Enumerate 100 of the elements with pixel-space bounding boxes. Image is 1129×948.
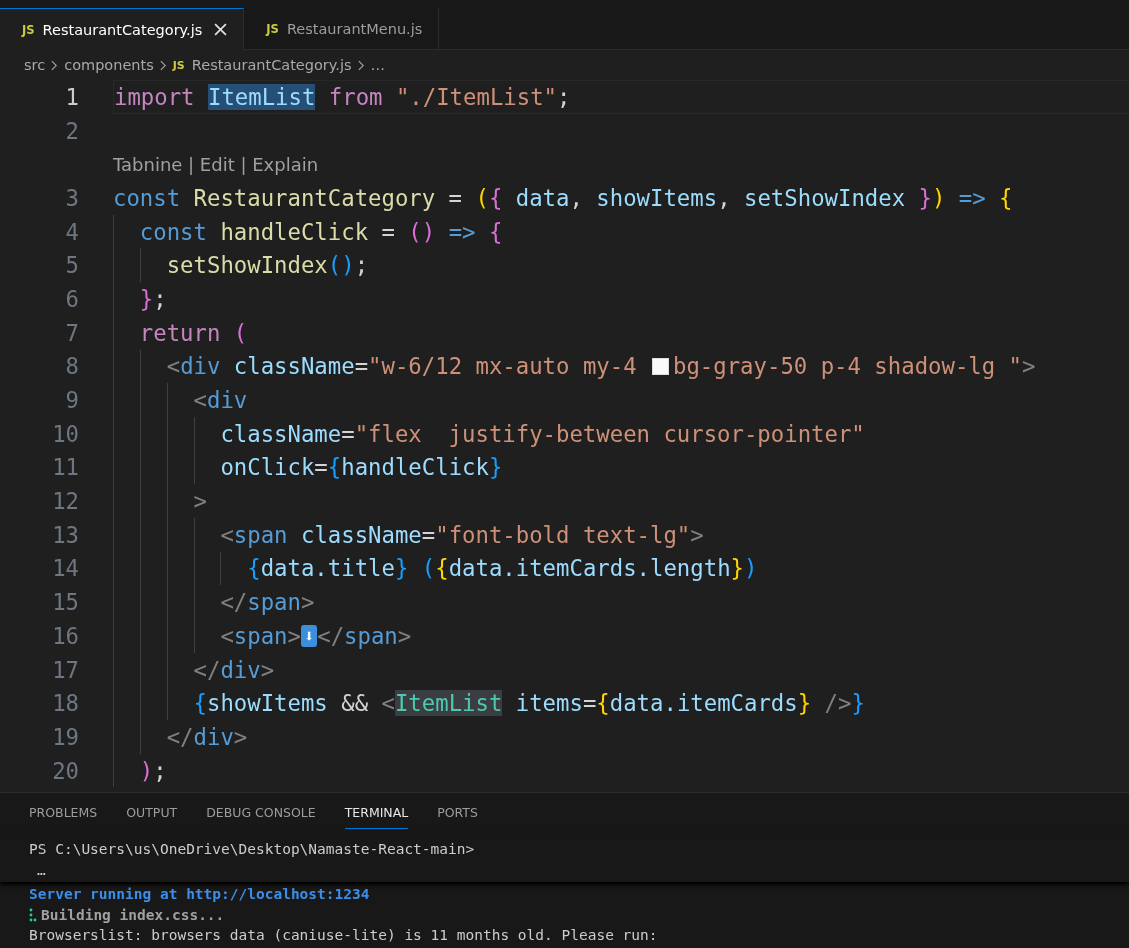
- code-token: bg-gray-50 p-4 shadow-lg ": [673, 353, 1023, 380]
- code-token: =: [582, 690, 597, 717]
- code-token: div: [180, 353, 222, 380]
- code-token: ;: [153, 285, 167, 312]
- tab-label: RestaurantMenu.js: [286, 20, 423, 37]
- code-token: span: [233, 521, 289, 548]
- code-token: >: [397, 622, 412, 649]
- line-number: 19: [51, 723, 80, 750]
- code-token: }: [918, 184, 932, 211]
- terminal-output-line: Server running at http://localhost:1234: [29, 885, 371, 904]
- js-file-icon: JS: [22, 22, 35, 37]
- breadcrumb[interactable]: …: [370, 57, 386, 73]
- code-token: &&: [340, 690, 370, 717]
- code-token: {: [596, 690, 610, 717]
- highlighted-code-token: ItemList: [394, 690, 503, 717]
- code-token: >: [233, 723, 248, 750]
- code-token: "font-bold text-lg": [435, 521, 691, 548]
- code-token: =>: [448, 218, 477, 245]
- code-token: data.itemCards: [609, 690, 798, 717]
- code-token: <: [381, 690, 395, 717]
- code-token: {: [192, 690, 207, 717]
- code-token: >: [300, 589, 315, 616]
- code-token: "./ItemList": [395, 83, 557, 110]
- code-token: (): [327, 252, 355, 279]
- code-token: from: [327, 83, 384, 110]
- color-swatch[interactable]: [652, 357, 669, 375]
- breadcrumb[interactable]: components: [64, 57, 154, 73]
- code-token: =: [447, 184, 464, 211]
- line-number: 2: [64, 117, 80, 144]
- code-token: >: [690, 521, 704, 548]
- line-number: 12: [51, 488, 80, 515]
- breadcrumb[interactable]: src: [24, 57, 46, 73]
- code-token: }: [851, 690, 865, 717]
- code-token: div: [193, 723, 234, 750]
- terminal-output-line: Browserslist: browsers data (caniuse-lite) is 11 months old. Please run:: [29, 926, 659, 945]
- code-token: ): [138, 757, 154, 784]
- code-token: }: [138, 285, 154, 312]
- terminal-prompt: PS C:\Users\us\OneDrive\Desktop\Namaste-React-main>: [29, 840, 476, 859]
- code-token: <: [192, 387, 207, 414]
- code-token: {: [488, 218, 503, 245]
- code-token: const: [138, 218, 208, 245]
- collapsed-output-marker[interactable]: …: [29, 859, 46, 880]
- code-token: showItems: [596, 184, 718, 211]
- code-token: {: [999, 184, 1013, 211]
- code-token: />: [823, 690, 852, 717]
- code-token: >: [287, 622, 301, 649]
- code-token: className: [233, 353, 355, 380]
- code-token: (: [475, 184, 489, 211]
- code-token: className: [219, 420, 342, 447]
- line-number: 6: [64, 285, 80, 312]
- line-number: 11: [51, 454, 80, 481]
- line-number: 7: [64, 319, 80, 346]
- line-number: 10: [51, 420, 80, 447]
- chevron-right-icon: [51, 59, 59, 71]
- code-token: }: [394, 555, 410, 582]
- code-token: }: [730, 555, 744, 582]
- highlighted-code-token: ItemList: [207, 83, 316, 110]
- code-token: </: [317, 622, 345, 649]
- code-token: className: [300, 521, 422, 548]
- line-number: 13: [51, 521, 80, 548]
- arrow-down-emoji: ⬇: [300, 624, 318, 647]
- code-token: </: [192, 656, 221, 683]
- code-token: return: [138, 319, 222, 346]
- code-token: {: [327, 454, 342, 481]
- code-token: {: [435, 555, 449, 582]
- code-token: ): [744, 555, 758, 582]
- file-tab[interactable]: JS RestaurantCategory.js: [0, 8, 245, 50]
- codelens[interactable]: Tabnine | Edit | Explain: [113, 153, 319, 175]
- panel-tab[interactable]: PORTS: [437, 805, 478, 828]
- line-number: 14: [51, 555, 80, 582]
- chevron-right-icon: [159, 59, 167, 71]
- code-token: handleClick: [220, 218, 369, 245]
- file-tab[interactable]: JS RestaurantMenu.js: [244, 8, 440, 50]
- code-token: }: [488, 454, 503, 481]
- code-token: import: [114, 83, 196, 110]
- code-token: span: [233, 622, 288, 649]
- line-number: 15: [51, 589, 80, 616]
- panel-tab[interactable]: TERMINAL: [344, 805, 409, 829]
- line-number: 1: [64, 83, 80, 110]
- code-token: }: [797, 690, 812, 717]
- close-icon[interactable]: [214, 23, 228, 36]
- line-number: 4: [64, 218, 80, 245]
- code-token: data: [515, 184, 570, 211]
- code-token: =: [354, 353, 369, 380]
- breadcrumb[interactable]: RestaurantCategory.js: [191, 57, 352, 73]
- panel-tab[interactable]: DEBUG CONSOLE: [206, 805, 316, 828]
- code-token: <: [165, 353, 181, 380]
- panel-tab[interactable]: PROBLEMS: [29, 805, 98, 828]
- code-token: handleClick: [341, 454, 489, 481]
- code-token: </: [165, 723, 194, 750]
- code-token: <: [219, 622, 234, 649]
- code-token: setShowIndex: [744, 184, 907, 211]
- code-token: =: [380, 218, 396, 245]
- code-token: ;: [354, 252, 369, 279]
- line-number: 17: [51, 656, 80, 683]
- code-token: showItems: [206, 690, 328, 717]
- code-token: const: [113, 184, 182, 211]
- js-file-icon: JS: [266, 21, 279, 36]
- code-token: onClick: [219, 454, 315, 481]
- panel-tab[interactable]: OUTPUT: [126, 805, 178, 828]
